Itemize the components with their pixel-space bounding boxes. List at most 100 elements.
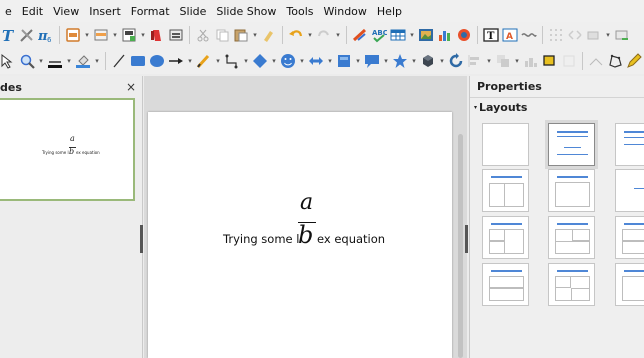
glue-icon[interactable] [607,53,623,69]
textbox-icon[interactable]: T [483,27,499,43]
clone-icon[interactable] [261,27,277,43]
menu-format[interactable]: Format [126,0,175,24]
arrow-icon[interactable] [168,53,184,69]
slide-thumbnail[interactable]: a b Trying some l ex equation [0,98,135,201]
callout-icon[interactable] [364,53,380,69]
menu-window[interactable]: Window [319,0,372,24]
open-icon[interactable] [65,27,81,43]
close-icon[interactable]: × [126,80,136,94]
symbol-shapes-icon[interactable] [280,53,296,69]
layout-title-content-over-content[interactable] [482,263,529,306]
menu-help[interactable]: Help [372,0,407,24]
basic-shapes-icon[interactable] [252,53,268,69]
text-after-equation[interactable]: ex equation [317,232,385,246]
text-icon[interactable]: T [0,27,16,43]
copy-icon[interactable] [214,27,230,43]
toolbox-icon[interactable] [19,27,35,43]
block-arrows-icon[interactable] [308,53,324,69]
properties-sidebar: Properties ▾ Layouts [469,76,644,358]
layout-title-2-content-over[interactable] [615,216,644,259]
layout-title-6-content[interactable] [615,263,644,306]
redo-icon[interactable] [316,27,332,43]
properties-title: Properties [470,76,644,98]
fontwork-icon[interactable]: A [502,27,518,43]
menu-slide-show[interactable]: Slide Show [211,0,281,24]
svg-text:ABC: ABC [372,29,387,37]
slide-show-icon[interactable] [586,27,602,43]
equation-numerator[interactable]: a [300,190,313,215]
equation-denominator[interactable]: b [298,223,313,247]
vertical-scrollbar[interactable] [457,112,464,358]
chart-icon[interactable] [437,27,453,43]
paste-icon[interactable] [233,27,249,43]
table-icon[interactable] [390,27,406,43]
image-icon[interactable] [418,27,434,43]
slides-pane: des × a b Trying some l ex equation [0,76,143,358]
line-icon[interactable] [111,53,127,69]
points-icon[interactable] [588,53,604,69]
cut-icon[interactable] [195,27,211,43]
curve-icon[interactable] [196,53,212,69]
menu-tools[interactable]: Tools [281,0,318,24]
3d-objects-icon[interactable] [420,53,436,69]
arrange-icon[interactable] [495,53,511,69]
layout-title-2-content[interactable] [482,169,529,212]
line-color-icon[interactable] [47,53,63,69]
zoom-icon[interactable] [19,53,35,69]
layout-title-4-content[interactable] [548,263,595,306]
pencil-icon[interactable] [626,53,642,69]
export-pdf-icon[interactable] [121,27,137,43]
thumbnail-denominator: b [69,147,75,156]
layout-title-content[interactable] [615,123,644,166]
layout-title-content-2-content[interactable] [482,216,529,259]
save-icon[interactable] [93,27,109,43]
special-char-icon[interactable] [521,27,537,43]
slide-icon[interactable] [168,27,184,43]
menu-insert[interactable]: Insert [84,0,126,24]
right-pane-splitter[interactable] [465,225,468,253]
text-before-equation[interactable]: Trying some l [223,232,299,246]
helpline-icon[interactable] [567,27,583,43]
layout-title-only[interactable] [548,169,595,212]
clear-format-icon[interactable] [352,27,368,43]
layout-title-slide[interactable] [548,123,595,166]
menu-file[interactable]: e [0,0,17,24]
layout-centered-text[interactable] [615,169,644,212]
drawing-toolbar: ▾ ▾ ▾ ▾ ▾ ▾ ▾ ▾ ▾ ▾ ▾ ▾ ▾ ▾ ▾ [0,48,644,74]
spellcheck-icon[interactable]: ABC [371,27,387,43]
media-icon[interactable] [456,27,472,43]
flowchart-icon[interactable] [336,53,352,69]
thumbnail-numerator: a [70,134,75,143]
left-pane-splitter[interactable] [140,225,143,253]
print-icon[interactable] [149,27,165,43]
scrollbar-thumb[interactable] [458,134,463,358]
slide-canvas[interactable]: a b Trying some l ex equation [148,112,452,358]
collapse-triangle-icon[interactable]: ▾ [474,98,477,118]
menu-slide[interactable]: Slide [175,0,212,24]
menu-edit[interactable]: Edit [17,0,48,24]
align-icon[interactable] [467,53,483,69]
slides-pane-title: des [0,80,22,94]
shadow-icon[interactable] [542,53,558,69]
svg-text:6: 6 [47,36,52,43]
layout-title-2-content-content[interactable] [548,216,595,259]
svg-text:T: T [487,31,495,42]
connector-icon[interactable] [224,53,240,69]
undo-icon[interactable] [288,27,304,43]
link-icon[interactable] [614,27,630,43]
stars-icon[interactable] [392,53,408,69]
layouts-section-header[interactable]: ▾ Layouts [470,98,644,118]
rect-icon[interactable] [130,53,146,69]
select-icon[interactable] [0,53,16,69]
math-icon[interactable]: π6 [38,27,54,43]
ellipse-icon[interactable] [149,53,165,69]
layouts-label: Layouts [479,101,528,114]
grid-icon[interactable] [548,27,564,43]
menu-view[interactable]: View [48,0,84,24]
rotate-icon[interactable] [448,53,464,69]
distribute-icon[interactable] [523,53,539,69]
svg-text:T: T [2,27,15,43]
layout-blank[interactable] [482,123,529,166]
fill-color-icon[interactable] [75,53,91,69]
crop-icon[interactable] [561,53,577,69]
